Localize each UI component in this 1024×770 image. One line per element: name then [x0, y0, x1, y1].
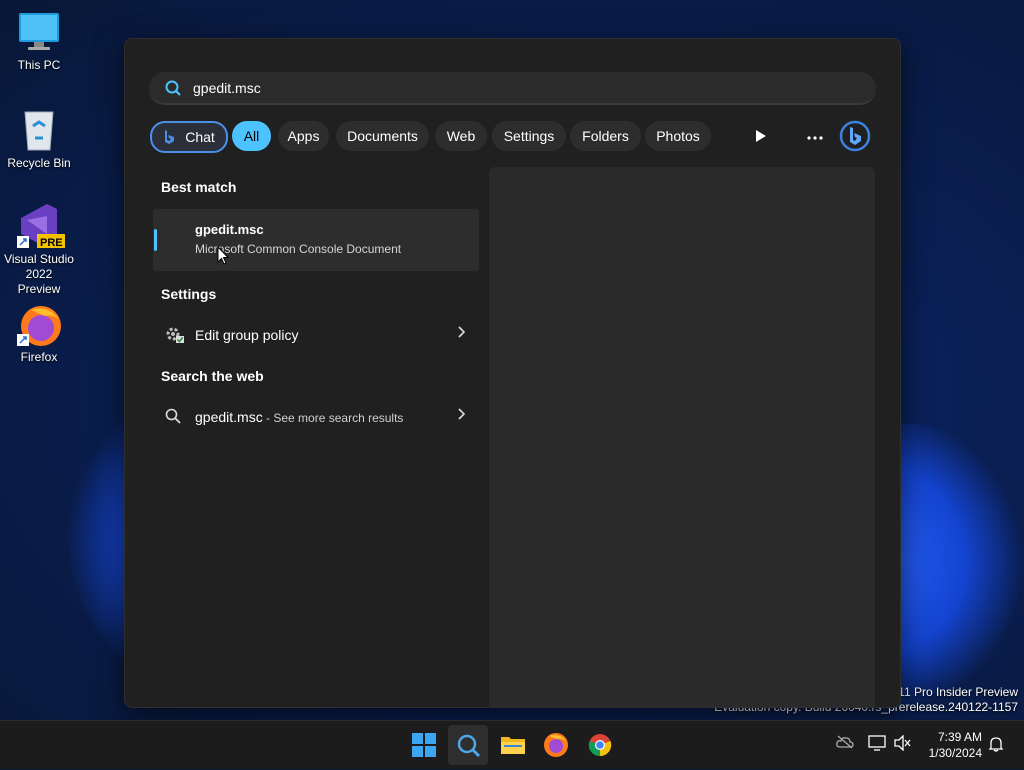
volume-muted-icon[interactable]	[894, 734, 912, 754]
filter-chip-label: Apps	[287, 128, 320, 144]
desktop-icon-label: Recycle Bin	[7, 156, 71, 170]
monitor-icon	[17, 10, 61, 54]
filter-chip-folders[interactable]: Folders	[570, 121, 641, 151]
clock-time: 7:39 AM	[937, 730, 982, 744]
best-match-name: gpedit.msc	[195, 222, 264, 237]
filter-chip-photos[interactable]: Photos	[645, 121, 711, 151]
filter-chip-label: Chat	[185, 129, 215, 145]
search-web-heading: Search the web	[161, 368, 264, 384]
search-input[interactable]: gpedit.msc	[149, 72, 876, 105]
filter-chip-label: Folders	[582, 128, 629, 144]
best-match-heading: Best match	[161, 179, 237, 195]
taskbar-firefox[interactable]	[536, 725, 576, 765]
filter-chip-label: All	[243, 128, 260, 144]
folder-icon	[501, 737, 525, 754]
taskbar-chrome[interactable]	[580, 725, 620, 765]
filter-chip-settings[interactable]: Settings	[492, 121, 566, 151]
ellipsis-icon[interactable]	[800, 121, 830, 151]
web-search-result[interactable]: gpedit.msc - See more search results	[153, 397, 479, 437]
visual-studio-icon: PRE	[17, 204, 65, 249]
firefox-icon	[544, 733, 568, 757]
notification-bell-icon[interactable]	[988, 736, 1004, 755]
network-icon[interactable]	[868, 735, 886, 754]
search-query: gpedit.msc	[193, 80, 261, 96]
search-icon	[165, 408, 181, 429]
filter-chip-label: Settings	[503, 128, 555, 144]
taskbar: 7:39 AM 1/30/2024	[0, 720, 1024, 769]
taskbar-search-button[interactable]	[448, 725, 488, 765]
web-result-suffix: - See more search results	[262, 411, 404, 425]
bing-icon[interactable]	[839, 120, 871, 152]
cloud-offline-icon[interactable]	[836, 735, 854, 752]
web-result-query: gpedit.msc	[195, 409, 263, 425]
recycle-bin-icon	[17, 108, 61, 152]
pre-badge: PRE	[40, 237, 63, 249]
settings-heading: Settings	[161, 286, 217, 302]
filter-chip-all[interactable]: All	[232, 121, 271, 151]
filter-chip-web[interactable]: Web	[435, 121, 487, 151]
search-icon	[165, 80, 181, 101]
filter-chip-chat[interactable]: Chat	[150, 121, 228, 153]
play-icon[interactable]	[746, 121, 776, 151]
selection-accent	[154, 229, 157, 251]
filter-chip-label: Photos	[656, 128, 700, 144]
system-clock[interactable]: 7:39 AM 1/30/2024	[916, 729, 982, 761]
chrome-icon	[588, 734, 612, 757]
filter-chip-apps[interactable]: Apps	[278, 121, 329, 151]
firefox-icon	[17, 302, 61, 346]
desktop-icon-visual-studio[interactable]: PRE Visual Studio 2022 Preview	[4, 204, 74, 297]
policy-settings-icon	[165, 326, 185, 349]
start-button[interactable]	[404, 725, 444, 765]
search-panel: gpedit.msc Chat All Apps Documents Web S…	[124, 38, 901, 708]
chevron-right-icon	[457, 325, 466, 343]
settings-result-edit-group-policy[interactable]: Edit group policy	[153, 315, 479, 355]
settings-result-label: Edit group policy	[195, 327, 299, 343]
mouse-cursor-icon	[217, 245, 230, 271]
desktop-icon-label: This PC	[17, 58, 61, 72]
filter-chip-label: Web	[446, 128, 476, 144]
desktop-icon-label: Firefox	[20, 350, 58, 364]
web-result-text: gpedit.msc - See more search results	[195, 409, 403, 425]
desktop-icon-label: Visual Studio 2022 Preview	[4, 252, 74, 296]
preview-pane	[489, 167, 875, 707]
filter-chip-label: Documents	[347, 128, 418, 144]
filter-chip-documents[interactable]: Documents	[336, 121, 429, 151]
desktop-icon-firefox[interactable]: Firefox	[4, 302, 74, 365]
bing-chat-icon	[165, 130, 174, 144]
search-icon	[457, 734, 481, 758]
windows-logo-icon	[412, 733, 436, 757]
desktop-icon-this-pc[interactable]: This PC	[4, 10, 74, 73]
desktop-icon-recycle-bin[interactable]: Recycle Bin	[4, 108, 74, 171]
chevron-right-icon	[457, 407, 466, 425]
taskbar-file-explorer[interactable]	[492, 725, 532, 765]
best-match-item[interactable]: gpedit.msc Microsoft Common Console Docu…	[153, 209, 479, 271]
clock-date: 1/30/2024	[928, 746, 982, 760]
